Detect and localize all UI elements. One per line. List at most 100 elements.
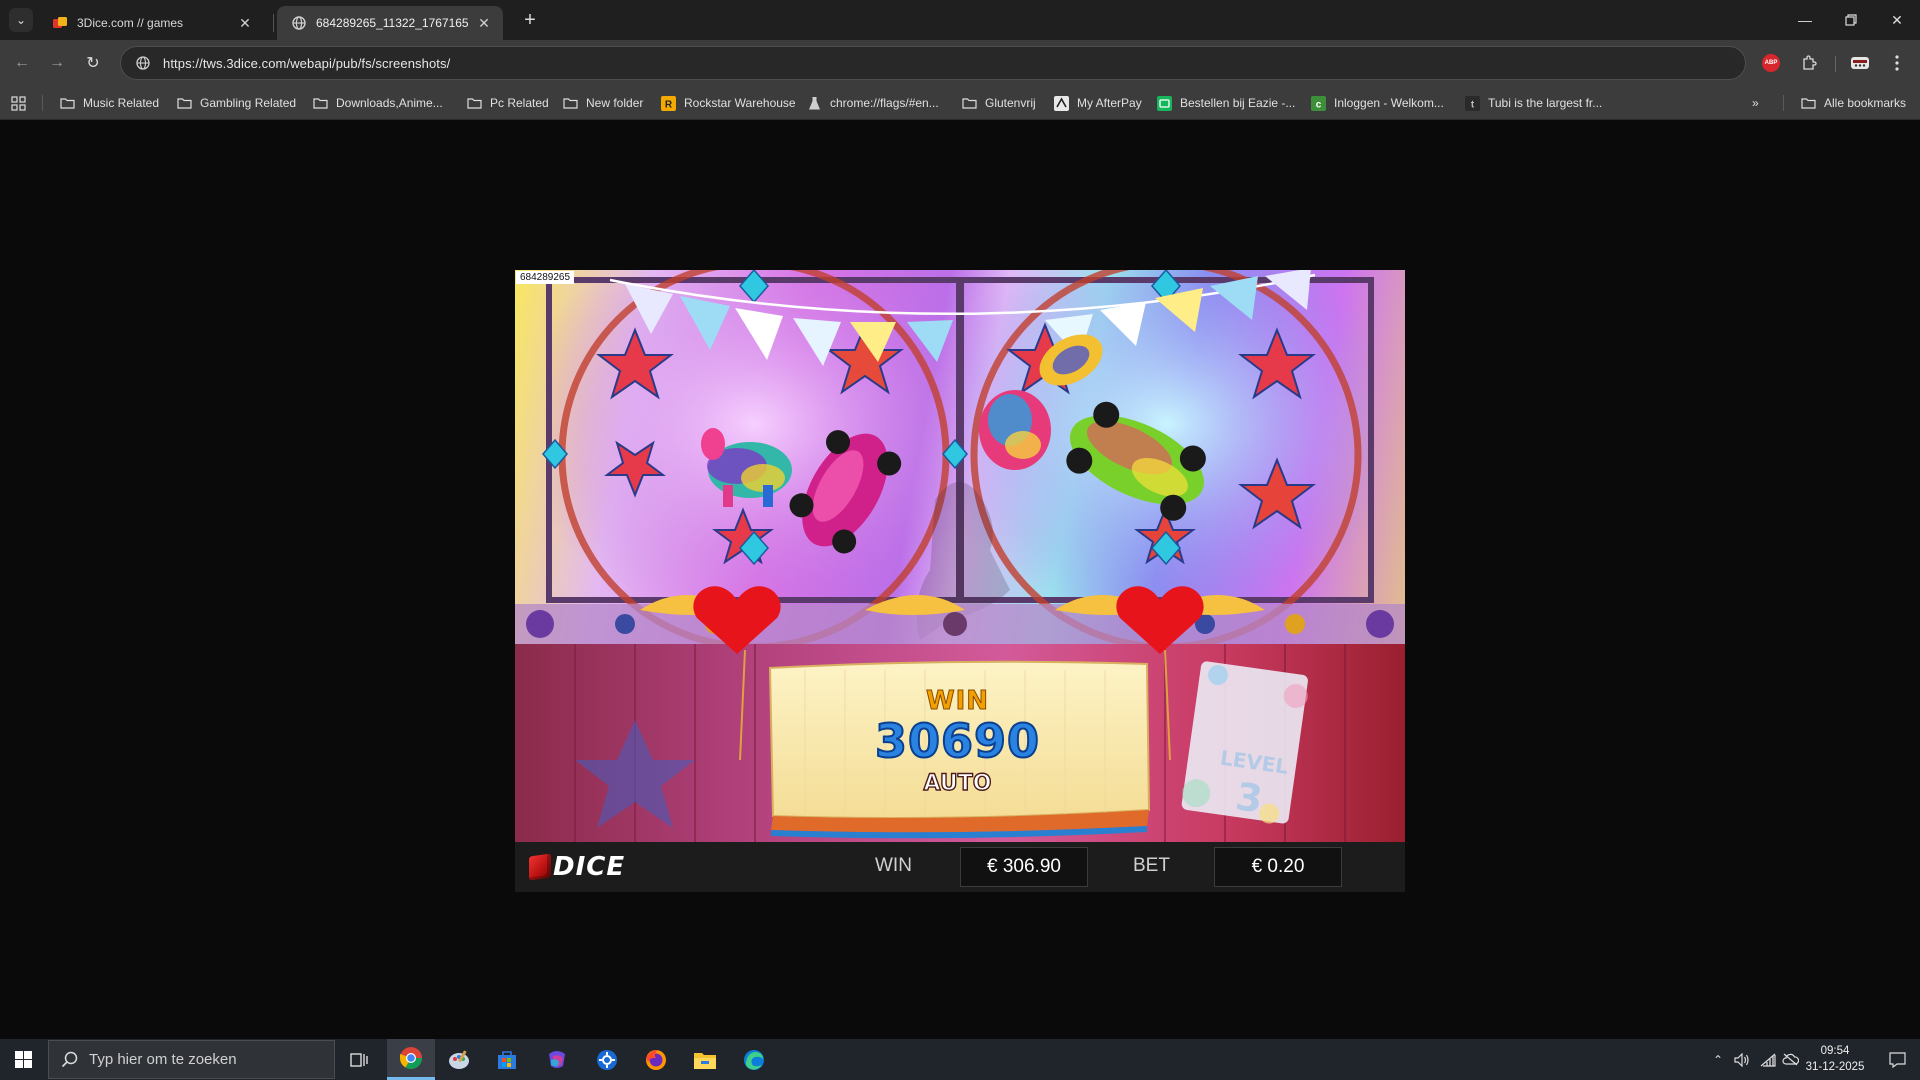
puzzle-icon [1803,55,1817,70]
notification-icon [1888,1051,1906,1068]
reload-icon: ↻ [86,55,100,72]
close-icon[interactable]: ✕ [475,14,493,32]
flask-icon [806,95,822,111]
apps-grid-icon [11,95,26,111]
extensions-button[interactable] [1798,52,1820,74]
bookmark-new-folder[interactable]: New folder [562,94,643,112]
bookmark-eazie[interactable]: Bestellen bij Eazie -... [1156,94,1295,112]
taskbar-app-blue[interactable] [583,1039,631,1080]
bookmark-pc-related[interactable]: Pc Related [466,94,549,112]
more-vertical-icon [1895,55,1899,71]
folder-icon [961,95,977,111]
arrow-right-icon: → [49,54,65,71]
taskbar-microsoft365[interactable] [533,1039,581,1080]
speaker-icon [1734,1052,1749,1067]
search-icon [61,1051,78,1067]
folder-icon [562,95,578,111]
logo-text: DICE [553,852,626,882]
taskbar-chrome[interactable] [387,1039,435,1080]
dice-cube-icon [529,853,551,881]
win-banner-mode: AUTO [923,770,992,796]
chevron-down-icon: ⌄ [15,13,27,27]
taskbar-firefox[interactable] [632,1039,680,1080]
reload-button[interactable]: ↻ [80,50,106,76]
chrome-icon [400,1047,422,1069]
game-screenshot: 684289265 WIN 30690 AUTO LEVEL 3 [515,270,1405,842]
restore-button[interactable] [1828,0,1874,40]
globe-icon [291,15,307,31]
bookmark-downloads-anime[interactable]: Downloads,Anime... [312,94,443,112]
3dice-favicon [52,15,68,31]
minimize-icon: — [1798,12,1812,28]
minimize-button[interactable]: — [1782,0,1828,40]
taskbar-edge[interactable] [730,1039,778,1080]
tab-screenshot[interactable]: 684289265_11322_176716514144 ✕ [277,6,503,40]
bookmark-glutenvrij[interactable]: Glutenvrij [961,94,1036,112]
toolbar-divider [1835,56,1836,72]
close-window-button[interactable]: ✕ [1874,0,1920,40]
login-icon: c [1310,95,1326,111]
clock-date: 31-12-2025 [1805,1061,1865,1073]
chevron-double-right-icon: » [1752,96,1759,110]
bookmark-my-afterpay[interactable]: My AfterPay [1053,94,1142,112]
tab-strip: ⌄ 3Dice.com // games ✕ 684289265_11322_1… [0,0,1920,40]
close-icon[interactable]: ✕ [236,14,254,32]
folder-explorer-icon [694,1052,716,1069]
store-icon [498,1050,516,1069]
apps-button[interactable] [11,94,26,112]
3dice-logo: DICE [529,852,626,882]
task-view-button[interactable] [335,1039,383,1080]
win-banner-title: WIN [925,686,990,717]
notifications-button[interactable] [1877,1039,1917,1080]
profile-button[interactable] [1849,52,1871,74]
network-button[interactable] [1756,1039,1780,1080]
browser-toolbar: ← → ↻ https://tws.3dice.com/webapi/pub/f… [0,40,1920,86]
more-bookmarks-button[interactable]: » [1752,94,1759,112]
tab-search-button[interactable]: ⌄ [9,8,33,32]
level-indicator: LEVEL 3 [1199,744,1304,827]
folder-icon [466,95,482,111]
firefox-icon [646,1049,666,1070]
volume-button[interactable] [1730,1039,1754,1080]
restore-icon [1845,14,1857,26]
tray-overflow-button[interactable]: ⌃ [1707,1039,1729,1080]
avatar-icon [1851,57,1869,69]
screenshot-id-label: 684289265 [516,271,575,284]
bet-label: BET [1133,855,1170,876]
task-view-icon [350,1052,368,1067]
forward-button[interactable]: → [44,50,70,76]
taskbar-clock[interactable]: 09:54 31-12-2025 [1795,1043,1875,1075]
gear-bubble-icon [597,1049,617,1070]
bookmark-inloggen[interactable]: c Inloggen - Welkom... [1310,94,1444,112]
site-info-icon[interactable] [135,55,151,71]
microsoft365-icon [549,1050,565,1068]
all-bookmarks-button[interactable]: Alle bookmarks [1800,94,1906,112]
browser-menu-button[interactable] [1886,52,1908,74]
taskbar-search-box[interactable]: Typ hier om te zoeken [48,1040,335,1079]
adblock-extension-button[interactable]: ABP [1760,52,1782,74]
taskbar-file-explorer[interactable] [681,1039,729,1080]
plus-icon: + [524,8,536,31]
taskbar-store[interactable] [483,1039,531,1080]
tab-3dice-games[interactable]: 3Dice.com // games ✕ [38,6,264,40]
new-tab-button[interactable]: + [519,9,541,31]
arrow-left-icon: ← [14,54,30,71]
tubi-icon: t [1464,95,1480,111]
bookmark-tubi[interactable]: t Tubi is the largest fr... [1464,94,1602,112]
eazie-icon [1156,95,1172,111]
address-bar[interactable]: https://tws.3dice.com/webapi/pub/fs/scre… [120,46,1746,80]
edge-icon [744,1049,764,1070]
start-button[interactable] [0,1039,46,1080]
folder-icon [312,95,328,111]
win-banner-text: WIN 30690 AUTO [770,270,1145,842]
bookmarks-divider [1783,95,1784,111]
taskbar-paint[interactable] [435,1039,483,1080]
bookmarks-bar: Music Related Gambling Related Downloads… [0,86,1920,120]
bookmark-gambling-related[interactable]: Gambling Related [176,94,296,112]
bet-value-box: € 0.20 [1214,847,1342,887]
paint-palette-icon [449,1050,469,1069]
back-button[interactable]: ← [9,50,35,76]
bookmark-music-related[interactable]: Music Related [59,94,159,112]
bookmark-rockstar-warehouse[interactable]: R Rockstar Warehouse [660,94,796,112]
bookmark-chrome-flags[interactable]: chrome://flags/#en... [806,94,939,112]
